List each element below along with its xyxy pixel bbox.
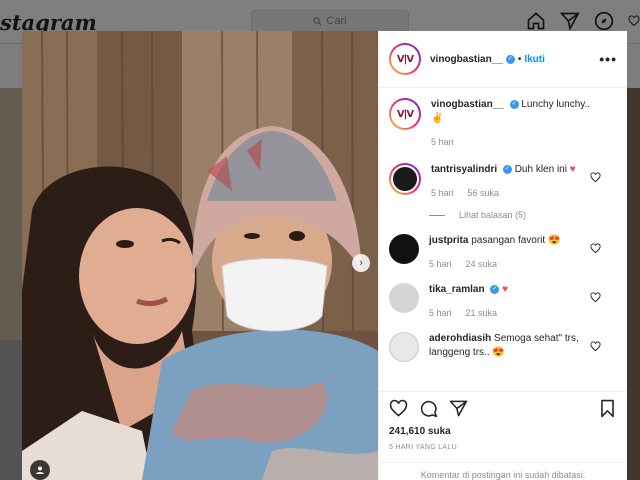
comment-username[interactable]: tika_ramlan [429,284,485,295]
chevron-right-icon: › [359,257,363,269]
post-date: 5 HARI YANG LALU [389,444,457,451]
commenter-avatar[interactable] [389,332,419,362]
comment-item: justprita pasangan favorit 😍 5 hari 24 s… [389,234,617,271]
post-photo[interactable]: › [22,31,378,480]
commenter-avatar[interactable] [389,163,421,195]
author-avatar[interactable]: V|V [389,43,421,75]
like-heart-icon[interactable] [389,399,408,418]
comment-text: pasangan favorit [471,235,546,246]
photo-scene [22,31,378,480]
caption-time: 5 hari [431,137,454,147]
caption-avatar[interactable]: V|V [389,98,421,130]
comment-time: 5 hari [429,308,452,318]
caption-text: Lunchy lunchy.. [521,99,591,110]
comment-item: tantrisyalindri ✓ Duh klen ini ♥ 5 hari … [389,163,617,200]
verified-badge-icon: ✓ [509,99,519,109]
more-options-icon[interactable]: ••• [599,51,617,67]
post-header: V|V vinogbastian__ ✓ • Ikuti ••• [379,31,627,88]
replies-line [429,214,445,216]
like-comment-heart-icon[interactable] [590,292,601,303]
like-comment-heart-icon[interactable] [590,341,601,352]
comments-closed-notice: Komentar di postingan ini sudah dibatasi… [379,462,627,480]
follow-button[interactable]: Ikuti [524,54,545,65]
commenter-avatar[interactable] [389,234,419,264]
comment-emoji: 😍 [547,235,561,246]
view-replies-button[interactable]: Lihat balasan (5) [429,210,617,220]
comment-emoji: 😍 [492,347,505,358]
share-icon[interactable] [449,399,468,418]
post-sidebar: V|V vinogbastian__ ✓ • Ikuti ••• V|V vin… [378,31,627,480]
user-tag-icon [36,466,44,474]
comment-bubble-icon[interactable] [419,399,438,418]
comment-likes[interactable]: 24 suka [466,257,498,271]
comment-likes[interactable]: 56 suka [468,186,500,200]
post-actions: 241,610 suka 5 HARI YANG LALU [379,391,627,462]
next-photo-button[interactable]: › [352,254,370,272]
comment-text: Duh klen ini [514,164,567,175]
comment-item: aderohdiasih Semoga sehat" trs, langgeng… [389,332,617,362]
verified-badge-icon: ✓ [490,284,500,294]
separator-dot: • [517,53,522,65]
author-username[interactable]: vinogbastian__ [430,54,503,65]
comment-emoji: ♥ [569,164,576,175]
caption-emoji: ✌️ [431,113,444,124]
post-modal: › V|V vinogbastian__ ✓ • Ikuti ••• V|V v… [22,31,627,480]
caption-username[interactable]: vinogbastian__ [431,99,504,110]
verified-badge-icon: ✓ [502,164,512,174]
tagged-users-button[interactable] [30,460,50,480]
avatar-logo: V|V [396,108,414,120]
comment-emoji: ♥ [502,284,509,295]
comment-username[interactable]: tantrisyalindri [431,164,497,175]
like-comment-heart-icon[interactable] [590,172,601,183]
comment-username[interactable]: justprita [429,235,468,246]
comment-likes[interactable]: 21 suka [466,306,498,320]
bookmark-icon[interactable] [598,399,617,418]
comment-time: 5 hari [431,188,454,198]
avatar-logo: V|V [396,53,414,65]
comments-list[interactable]: V|V vinogbastian__ ✓ Lunchy lunchy.. ✌️ … [379,88,627,391]
comment-item: tika_ramlan ✓ ♥ 5 hari 21 suka [389,283,617,320]
caption: V|V vinogbastian__ ✓ Lunchy lunchy.. ✌️ … [389,98,617,149]
commenter-avatar[interactable] [389,283,419,313]
replies-label: Lihat balasan (5) [459,210,527,220]
comment-time: 5 hari [429,259,452,269]
like-comment-heart-icon[interactable] [590,243,601,254]
likes-count[interactable]: 241,610 suka [389,426,617,437]
comment-username[interactable]: aderohdiasih [429,333,491,344]
verified-badge-icon: ✓ [505,54,515,64]
